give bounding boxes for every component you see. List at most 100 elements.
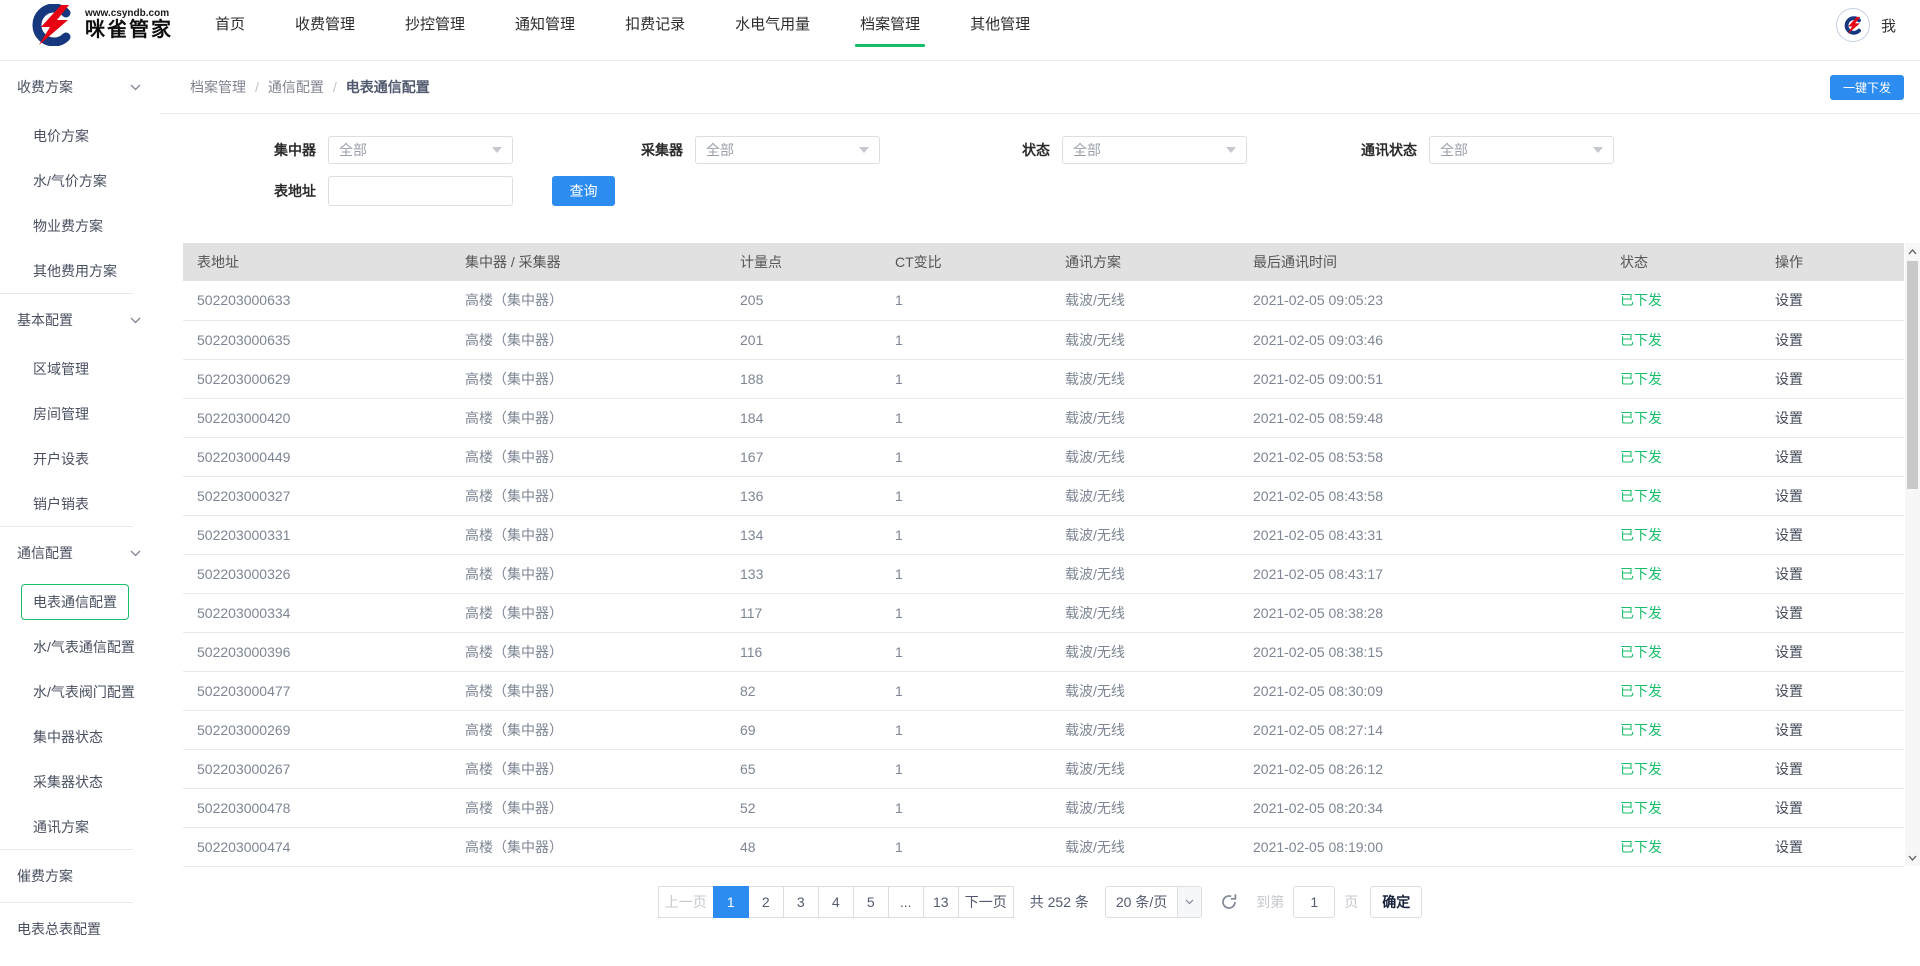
chevron-down-icon	[130, 84, 141, 91]
sidebar-item[interactable]: 水/气价方案	[0, 158, 160, 203]
sidebar-item-label: 通讯方案	[33, 817, 89, 837]
pagination-pages: 12345...13	[714, 886, 959, 918]
cell-action[interactable]: 设置	[1761, 671, 1904, 710]
cell-point: 205	[726, 281, 881, 320]
sidebar-item-label: 水/气表通信配置	[33, 637, 135, 657]
sidebar-item[interactable]: 水/气表通信配置	[0, 624, 160, 669]
sidebar-item[interactable]: 水/气表阀门配置	[0, 669, 160, 714]
avatar-logo-icon	[1841, 16, 1865, 35]
cell-concentrator: 高楼（集中器）	[451, 749, 726, 788]
refresh-icon[interactable]	[1220, 893, 1238, 911]
cell-action[interactable]: 设置	[1761, 554, 1904, 593]
cell-point: 201	[726, 320, 881, 359]
sidebar-section-title: 通信配置	[17, 543, 73, 563]
page-button[interactable]: 5	[853, 886, 889, 918]
sidebar-item[interactable]: 集中器状态	[0, 714, 160, 759]
sidebar-item[interactable]: 开户设表	[0, 436, 160, 481]
user-avatar[interactable]	[1836, 8, 1870, 42]
meter-address-input[interactable]	[328, 176, 513, 206]
page-size-select[interactable]: 20 条/页	[1105, 886, 1202, 918]
cell-point: 134	[726, 515, 881, 554]
nav-menu: 首页收费管理抄控管理通知管理扣费记录水电气用量档案管理其他管理	[190, 0, 1055, 50]
collector-select[interactable]: 全部	[695, 136, 880, 164]
nav-item-0[interactable]: 首页	[190, 0, 270, 50]
sidebar-section-header-0[interactable]: 收费方案	[0, 61, 160, 113]
sidebar-section-header-1[interactable]: 基本配置	[0, 294, 160, 346]
meter-table-wrap: 表地址集中器 / 采集器计量点CT变比通讯方案最后通讯时间状态操作 502203…	[160, 243, 1920, 867]
nav-item-7[interactable]: 其他管理	[945, 0, 1055, 50]
cell-status: 已下发	[1606, 437, 1761, 476]
search-button[interactable]: 查询	[552, 176, 615, 206]
sidebar-item[interactable]: 其他费用方案	[0, 248, 160, 293]
breadcrumb-item[interactable]: 通信配置	[268, 77, 324, 97]
nav-item-6[interactable]: 档案管理	[835, 0, 945, 50]
cell-ct: 1	[881, 632, 1051, 671]
page-button[interactable]: 1	[713, 886, 749, 918]
cell-concentrator: 高楼（集中器）	[451, 632, 726, 671]
goto-confirm-button[interactable]: 确定	[1370, 886, 1422, 918]
nav-item-2[interactable]: 抄控管理	[380, 0, 490, 50]
nav-item-5[interactable]: 水电气用量	[710, 0, 835, 50]
breadcrumb-item[interactable]: 档案管理	[190, 77, 246, 97]
sidebar-item[interactable]: 电价方案	[0, 113, 160, 158]
cell-action[interactable]: 设置	[1761, 749, 1904, 788]
scrollbar-down-icon[interactable]	[1905, 850, 1920, 865]
cell-action[interactable]: 设置	[1761, 593, 1904, 632]
cell-action[interactable]: 设置	[1761, 710, 1904, 749]
vertical-scrollbar[interactable]	[1905, 243, 1920, 866]
sidebar-item[interactable]: 通讯方案	[0, 804, 160, 849]
cell-action[interactable]: 设置	[1761, 359, 1904, 398]
status-select[interactable]: 全部	[1062, 136, 1247, 164]
page-button[interactable]: 4	[818, 886, 854, 918]
brand-logo[interactable]: www.csyndb.com 咪雀管家	[24, 4, 176, 46]
cell-point: 82	[726, 671, 881, 710]
comm-status-select[interactable]: 全部	[1429, 136, 1614, 164]
table-row: 502203000327高楼（集中器）1361载波/无线2021-02-05 0…	[183, 476, 1904, 515]
cell-time: 2021-02-05 08:20:34	[1239, 788, 1606, 827]
sidebar-item[interactable]: 采集器状态	[0, 759, 160, 804]
sidebar-item[interactable]: 电表通信配置	[0, 579, 160, 624]
sidebar-section-header-2[interactable]: 通信配置	[0, 527, 160, 579]
sidebar-item[interactable]: 区域管理	[0, 346, 160, 391]
dispatch-all-button[interactable]: 一键下发	[1830, 75, 1904, 100]
nav-item-3[interactable]: 通知管理	[490, 0, 600, 50]
cell-status: 已下发	[1606, 671, 1761, 710]
cell-action[interactable]: 设置	[1761, 476, 1904, 515]
breadcrumb-bar: 档案管理 / 通信配置 / 电表通信配置 一键下发	[160, 61, 1920, 114]
next-page-button[interactable]: 下一页	[958, 886, 1014, 918]
cell-action[interactable]: 设置	[1761, 437, 1904, 476]
breadcrumb-current: 电表通信配置	[346, 77, 430, 97]
sidebar-section-header-3[interactable]: 催费方案	[0, 850, 160, 902]
cell-action[interactable]: 设置	[1761, 827, 1904, 866]
sidebar-item[interactable]: 物业费方案	[0, 203, 160, 248]
page-button[interactable]: 13	[923, 886, 959, 918]
nav-item-4[interactable]: 扣费记录	[600, 0, 710, 50]
sidebar-section-header-4[interactable]: 电表总表配置	[0, 903, 160, 955]
goto-page-input[interactable]	[1293, 886, 1335, 918]
page-ellipsis[interactable]: ...	[888, 886, 924, 918]
cell-concentrator: 高楼（集中器）	[451, 437, 726, 476]
cell-scheme: 载波/无线	[1051, 515, 1239, 554]
prev-page-button[interactable]: 上一页	[658, 886, 714, 918]
cell-action[interactable]: 设置	[1761, 788, 1904, 827]
sidebar-item-label: 房间管理	[33, 404, 89, 424]
page-button[interactable]: 3	[783, 886, 819, 918]
sidebar-item[interactable]: 房间管理	[0, 391, 160, 436]
table-header: 表地址集中器 / 采集器计量点CT变比通讯方案最后通讯时间状态操作	[183, 243, 1904, 281]
concentrator-select[interactable]: 全部	[328, 136, 513, 164]
cell-status: 已下发	[1606, 476, 1761, 515]
cell-action[interactable]: 设置	[1761, 398, 1904, 437]
cell-action[interactable]: 设置	[1761, 320, 1904, 359]
cell-scheme: 载波/无线	[1051, 476, 1239, 515]
nav-item-1[interactable]: 收费管理	[270, 0, 380, 50]
cell-action[interactable]: 设置	[1761, 515, 1904, 554]
cell-action[interactable]: 设置	[1761, 632, 1904, 671]
table-row: 502203000477高楼（集中器）821载波/无线2021-02-05 08…	[183, 671, 1904, 710]
sidebar-item[interactable]: 销户销表	[0, 481, 160, 526]
scrollbar-up-icon[interactable]	[1905, 244, 1920, 259]
sidebar-item-label: 电价方案	[33, 126, 89, 146]
cell-action[interactable]: 设置	[1761, 281, 1904, 320]
scrollbar-thumb[interactable]	[1907, 261, 1918, 489]
page-button[interactable]: 2	[748, 886, 784, 918]
user-menu-label[interactable]: 我	[1881, 15, 1896, 36]
